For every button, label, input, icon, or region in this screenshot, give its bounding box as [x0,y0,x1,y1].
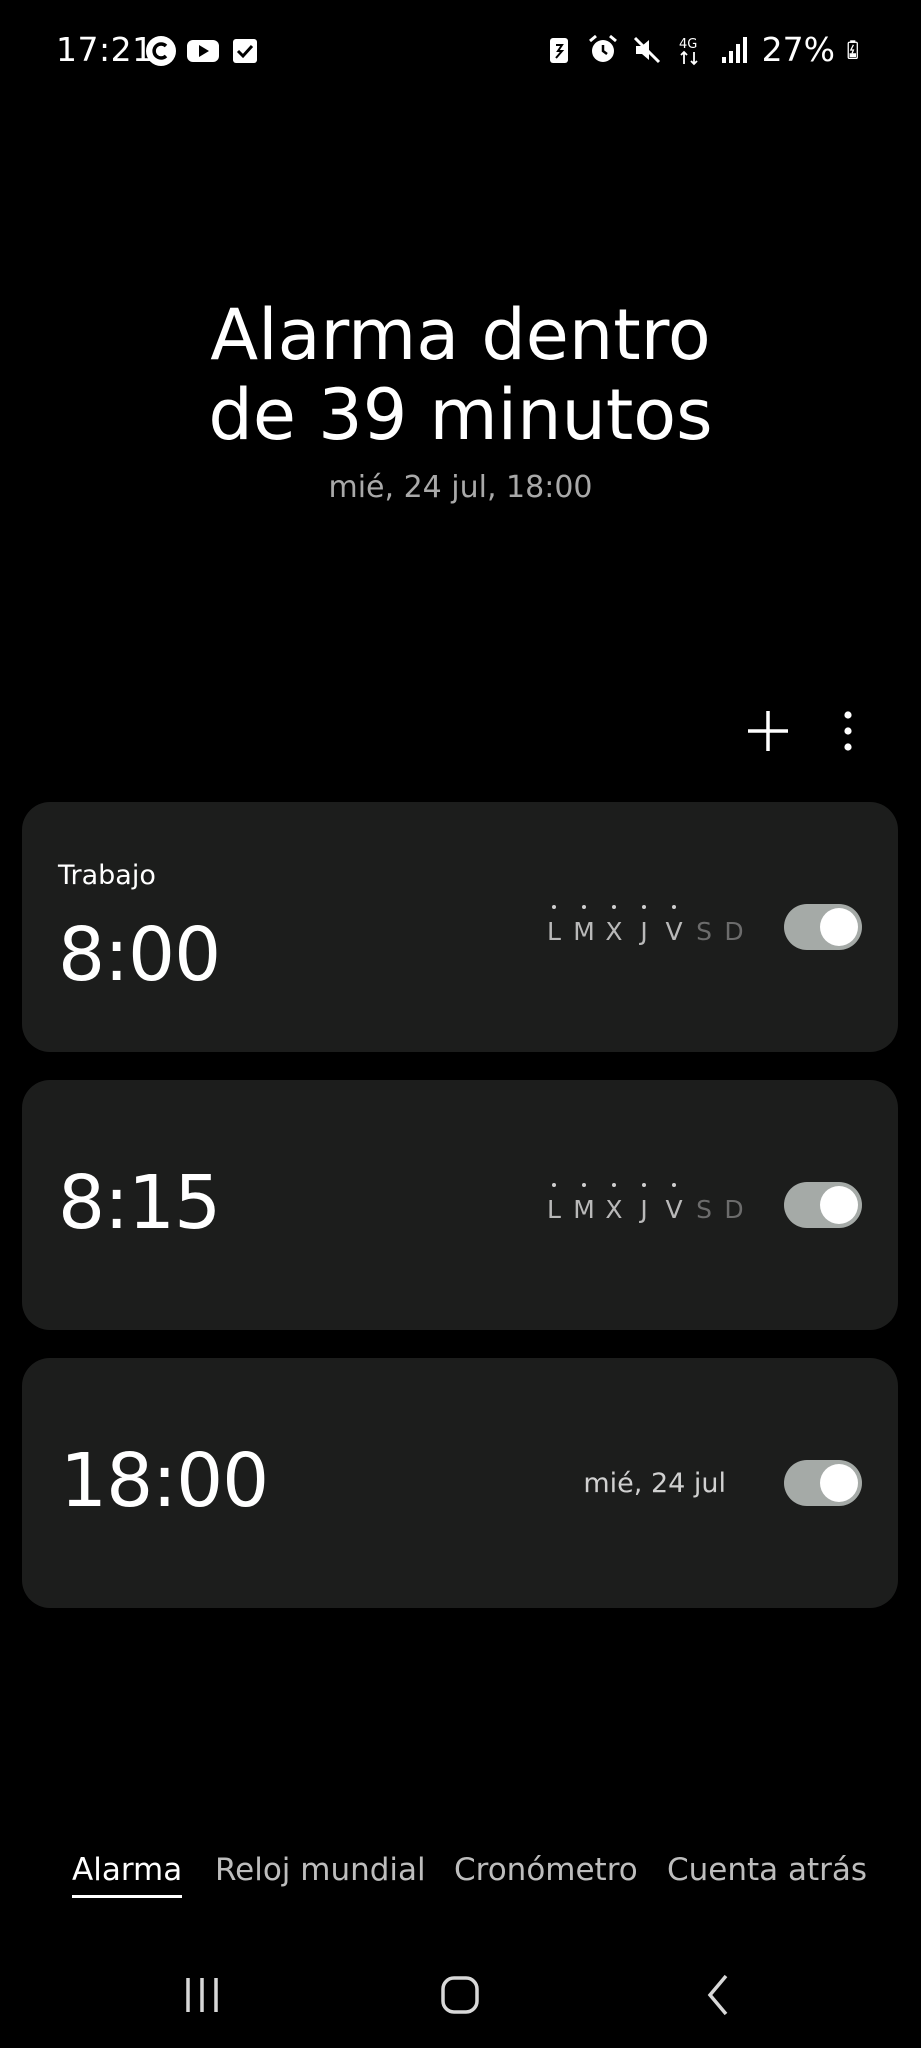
battery-saver-icon [549,37,568,63]
battery-charging-icon [847,39,858,59]
day-m: M [573,905,595,946]
battery-percent: 27% [761,30,835,69]
day-v: V [662,905,686,946]
alarm-card-1800[interactable]: 18:00 mié, 24 jul [22,1358,898,1608]
day-d: D [724,1195,744,1224]
alarm-card-815[interactable]: 8:15 L M X J V S D [22,1080,898,1330]
next-alarm-datetime: mié, 24 jul, 18:00 [328,470,593,505]
day-v: V [662,1183,686,1224]
alarm-time: 18:00 [60,1438,269,1524]
day-l: L [542,1183,566,1224]
day-s: S [696,917,712,946]
alarm-toggle[interactable] [784,1460,862,1506]
day-x: X [602,905,626,946]
network-label: 4G [679,37,697,52]
next-alarm-headline: Alarma dentro de 39 minutos [0,295,921,455]
day-s: S [696,1195,712,1224]
alarm-date: mié, 24 jul [583,1468,726,1499]
more-vert-icon [844,711,852,751]
mute-icon [633,36,660,63]
add-alarm-button[interactable] [745,708,791,754]
tab-reloj-mundial[interactable]: Reloj mundial [215,1852,426,1888]
recents-icon [186,1978,218,2012]
alarm-time: 8:15 [58,1160,221,1246]
bottom-tabs: Alarma Reloj mundial Cronómetro Cuenta a… [0,1852,921,1912]
home-button[interactable] [420,1960,500,2030]
c-circle-icon [146,36,176,66]
repeat-days: L M X J V S D [542,1183,746,1224]
alarm-clock-icon [588,34,617,62]
day-d: D [724,917,744,946]
youtube-icon [187,40,219,62]
toggle-knob [820,1186,858,1224]
day-j: J [632,905,656,946]
alarm-label: Trabajo [58,860,156,891]
home-icon [441,1976,479,2014]
status-right-icons: 4G 27% [542,30,867,69]
status-left-icons [144,34,262,68]
system-nav-bar [0,1960,921,2030]
repeat-days: L M X J V S D [542,905,746,946]
alarm-time: 8:00 [58,912,221,998]
tab-cronometro[interactable]: Cronómetro [454,1852,638,1888]
tab-cuenta-atras[interactable]: Cuenta atrás [667,1852,867,1888]
check-box-icon [233,39,257,63]
day-l: L [542,905,566,946]
alarm-toggle[interactable] [784,1182,862,1228]
alarm-card-trabajo[interactable]: Trabajo 8:00 L M X J V S D [22,802,898,1052]
headline-line-2: de 39 minutos [208,374,713,456]
toggle-knob [820,1464,858,1502]
plus-icon [748,711,788,751]
network-4g-icon: 4G [679,37,698,65]
headline-line-1: Alarma dentro [210,294,711,376]
back-button[interactable] [678,1960,758,2030]
signal-icon [721,36,747,63]
back-icon [707,1974,728,2016]
status-time: 17:21 [56,30,154,69]
day-m: M [573,1183,595,1224]
recents-button[interactable] [162,1960,242,2030]
day-j: J [632,1183,656,1224]
toggle-knob [820,908,858,946]
more-options-button[interactable] [832,708,864,754]
status-bar: 17:21 4G 27% [0,28,921,76]
tab-alarma[interactable]: Alarma [72,1852,183,1898]
day-x: X [602,1183,626,1224]
alarm-toggle[interactable] [784,904,862,950]
